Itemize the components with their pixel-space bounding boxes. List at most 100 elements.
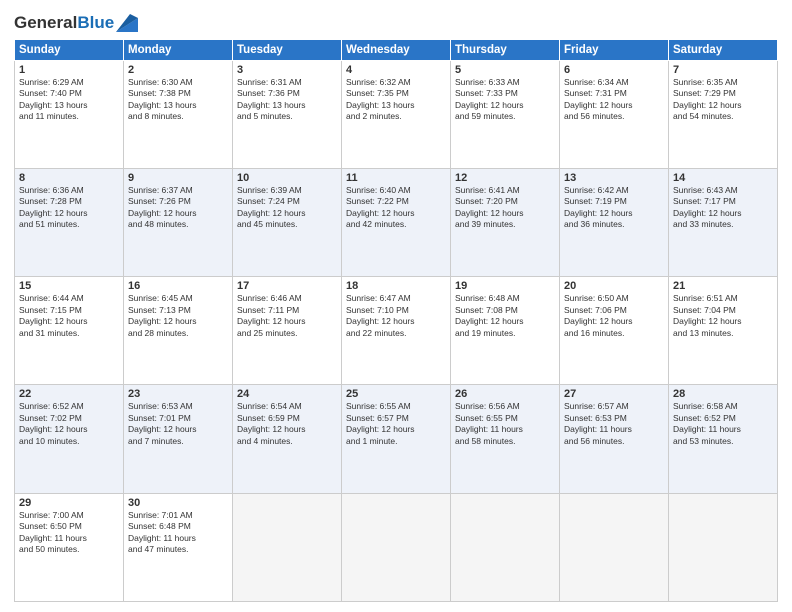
logo-icon — [116, 14, 138, 32]
day-number: 12 — [455, 172, 555, 184]
day-number: 5 — [455, 64, 555, 76]
calendar: SundayMondayTuesdayWednesdayThursdayFrid… — [14, 39, 778, 602]
day-info: Sunrise: 6:42 AM Sunset: 7:19 PM Dayligh… — [564, 185, 664, 231]
logo: GeneralBlue — [14, 14, 138, 33]
day-number: 19 — [455, 280, 555, 292]
calendar-cell: 3Sunrise: 6:31 AM Sunset: 7:36 PM Daylig… — [233, 60, 342, 168]
calendar-week-row: 22Sunrise: 6:52 AM Sunset: 7:02 PM Dayli… — [15, 385, 778, 493]
calendar-cell: 24Sunrise: 6:54 AM Sunset: 6:59 PM Dayli… — [233, 385, 342, 493]
day-info: Sunrise: 6:46 AM Sunset: 7:11 PM Dayligh… — [237, 293, 337, 339]
calendar-cell: 28Sunrise: 6:58 AM Sunset: 6:52 PM Dayli… — [669, 385, 778, 493]
calendar-cell: 18Sunrise: 6:47 AM Sunset: 7:10 PM Dayli… — [342, 277, 451, 385]
calendar-cell: 22Sunrise: 6:52 AM Sunset: 7:02 PM Dayli… — [15, 385, 124, 493]
day-info: Sunrise: 6:34 AM Sunset: 7:31 PM Dayligh… — [564, 77, 664, 123]
weekday-header: Friday — [560, 39, 669, 60]
day-info: Sunrise: 6:57 AM Sunset: 6:53 PM Dayligh… — [564, 401, 664, 447]
day-number: 11 — [346, 172, 446, 184]
calendar-cell: 25Sunrise: 6:55 AM Sunset: 6:57 PM Dayli… — [342, 385, 451, 493]
day-info: Sunrise: 6:44 AM Sunset: 7:15 PM Dayligh… — [19, 293, 119, 339]
day-info: Sunrise: 6:35 AM Sunset: 7:29 PM Dayligh… — [673, 77, 773, 123]
day-number: 18 — [346, 280, 446, 292]
day-number: 17 — [237, 280, 337, 292]
weekday-header: Sunday — [15, 39, 124, 60]
day-info: Sunrise: 6:31 AM Sunset: 7:36 PM Dayligh… — [237, 77, 337, 123]
day-info: Sunrise: 6:40 AM Sunset: 7:22 PM Dayligh… — [346, 185, 446, 231]
day-number: 10 — [237, 172, 337, 184]
calendar-cell — [451, 493, 560, 601]
day-number: 28 — [673, 388, 773, 400]
day-number: 22 — [19, 388, 119, 400]
day-number: 13 — [564, 172, 664, 184]
calendar-week-row: 29Sunrise: 7:00 AM Sunset: 6:50 PM Dayli… — [15, 493, 778, 601]
calendar-cell: 16Sunrise: 6:45 AM Sunset: 7:13 PM Dayli… — [124, 277, 233, 385]
calendar-cell: 1Sunrise: 6:29 AM Sunset: 7:40 PM Daylig… — [15, 60, 124, 168]
weekday-header: Thursday — [451, 39, 560, 60]
day-info: Sunrise: 6:56 AM Sunset: 6:55 PM Dayligh… — [455, 401, 555, 447]
calendar-cell: 5Sunrise: 6:33 AM Sunset: 7:33 PM Daylig… — [451, 60, 560, 168]
calendar-cell: 30Sunrise: 7:01 AM Sunset: 6:48 PM Dayli… — [124, 493, 233, 601]
calendar-cell: 10Sunrise: 6:39 AM Sunset: 7:24 PM Dayli… — [233, 168, 342, 276]
day-number: 15 — [19, 280, 119, 292]
day-number: 16 — [128, 280, 228, 292]
day-number: 9 — [128, 172, 228, 184]
calendar-cell: 11Sunrise: 6:40 AM Sunset: 7:22 PM Dayli… — [342, 168, 451, 276]
day-number: 24 — [237, 388, 337, 400]
day-number: 8 — [19, 172, 119, 184]
day-info: Sunrise: 6:32 AM Sunset: 7:35 PM Dayligh… — [346, 77, 446, 123]
weekday-header: Monday — [124, 39, 233, 60]
day-info: Sunrise: 7:00 AM Sunset: 6:50 PM Dayligh… — [19, 510, 119, 556]
day-info: Sunrise: 6:43 AM Sunset: 7:17 PM Dayligh… — [673, 185, 773, 231]
calendar-cell: 7Sunrise: 6:35 AM Sunset: 7:29 PM Daylig… — [669, 60, 778, 168]
calendar-cell: 8Sunrise: 6:36 AM Sunset: 7:28 PM Daylig… — [15, 168, 124, 276]
day-info: Sunrise: 6:37 AM Sunset: 7:26 PM Dayligh… — [128, 185, 228, 231]
day-number: 26 — [455, 388, 555, 400]
day-info: Sunrise: 6:45 AM Sunset: 7:13 PM Dayligh… — [128, 293, 228, 339]
day-info: Sunrise: 6:47 AM Sunset: 7:10 PM Dayligh… — [346, 293, 446, 339]
calendar-cell — [233, 493, 342, 601]
calendar-week-row: 1Sunrise: 6:29 AM Sunset: 7:40 PM Daylig… — [15, 60, 778, 168]
day-number: 7 — [673, 64, 773, 76]
calendar-cell: 14Sunrise: 6:43 AM Sunset: 7:17 PM Dayli… — [669, 168, 778, 276]
logo-text: GeneralBlue — [14, 14, 114, 33]
day-number: 29 — [19, 497, 119, 509]
day-number: 14 — [673, 172, 773, 184]
day-number: 6 — [564, 64, 664, 76]
day-number: 1 — [19, 64, 119, 76]
day-info: Sunrise: 6:52 AM Sunset: 7:02 PM Dayligh… — [19, 401, 119, 447]
day-info: Sunrise: 6:54 AM Sunset: 6:59 PM Dayligh… — [237, 401, 337, 447]
calendar-cell — [669, 493, 778, 601]
day-number: 4 — [346, 64, 446, 76]
day-number: 2 — [128, 64, 228, 76]
calendar-cell: 17Sunrise: 6:46 AM Sunset: 7:11 PM Dayli… — [233, 277, 342, 385]
day-info: Sunrise: 6:58 AM Sunset: 6:52 PM Dayligh… — [673, 401, 773, 447]
calendar-cell: 9Sunrise: 6:37 AM Sunset: 7:26 PM Daylig… — [124, 168, 233, 276]
weekday-header: Wednesday — [342, 39, 451, 60]
day-info: Sunrise: 6:53 AM Sunset: 7:01 PM Dayligh… — [128, 401, 228, 447]
page: GeneralBlue SundayMondayTuesdayWednesday… — [0, 0, 792, 612]
calendar-cell: 21Sunrise: 6:51 AM Sunset: 7:04 PM Dayli… — [669, 277, 778, 385]
day-info: Sunrise: 6:41 AM Sunset: 7:20 PM Dayligh… — [455, 185, 555, 231]
calendar-cell: 12Sunrise: 6:41 AM Sunset: 7:20 PM Dayli… — [451, 168, 560, 276]
calendar-cell — [560, 493, 669, 601]
calendar-cell: 23Sunrise: 6:53 AM Sunset: 7:01 PM Dayli… — [124, 385, 233, 493]
day-number: 3 — [237, 64, 337, 76]
weekday-header: Tuesday — [233, 39, 342, 60]
calendar-week-row: 8Sunrise: 6:36 AM Sunset: 7:28 PM Daylig… — [15, 168, 778, 276]
day-info: Sunrise: 6:55 AM Sunset: 6:57 PM Dayligh… — [346, 401, 446, 447]
day-info: Sunrise: 6:30 AM Sunset: 7:38 PM Dayligh… — [128, 77, 228, 123]
day-info: Sunrise: 7:01 AM Sunset: 6:48 PM Dayligh… — [128, 510, 228, 556]
day-number: 30 — [128, 497, 228, 509]
calendar-cell: 13Sunrise: 6:42 AM Sunset: 7:19 PM Dayli… — [560, 168, 669, 276]
day-number: 20 — [564, 280, 664, 292]
day-number: 27 — [564, 388, 664, 400]
calendar-cell: 4Sunrise: 6:32 AM Sunset: 7:35 PM Daylig… — [342, 60, 451, 168]
calendar-week-row: 15Sunrise: 6:44 AM Sunset: 7:15 PM Dayli… — [15, 277, 778, 385]
day-info: Sunrise: 6:48 AM Sunset: 7:08 PM Dayligh… — [455, 293, 555, 339]
calendar-cell: 19Sunrise: 6:48 AM Sunset: 7:08 PM Dayli… — [451, 277, 560, 385]
calendar-cell — [342, 493, 451, 601]
day-info: Sunrise: 6:36 AM Sunset: 7:28 PM Dayligh… — [19, 185, 119, 231]
day-number: 25 — [346, 388, 446, 400]
day-info: Sunrise: 6:50 AM Sunset: 7:06 PM Dayligh… — [564, 293, 664, 339]
calendar-cell: 27Sunrise: 6:57 AM Sunset: 6:53 PM Dayli… — [560, 385, 669, 493]
calendar-cell: 29Sunrise: 7:00 AM Sunset: 6:50 PM Dayli… — [15, 493, 124, 601]
